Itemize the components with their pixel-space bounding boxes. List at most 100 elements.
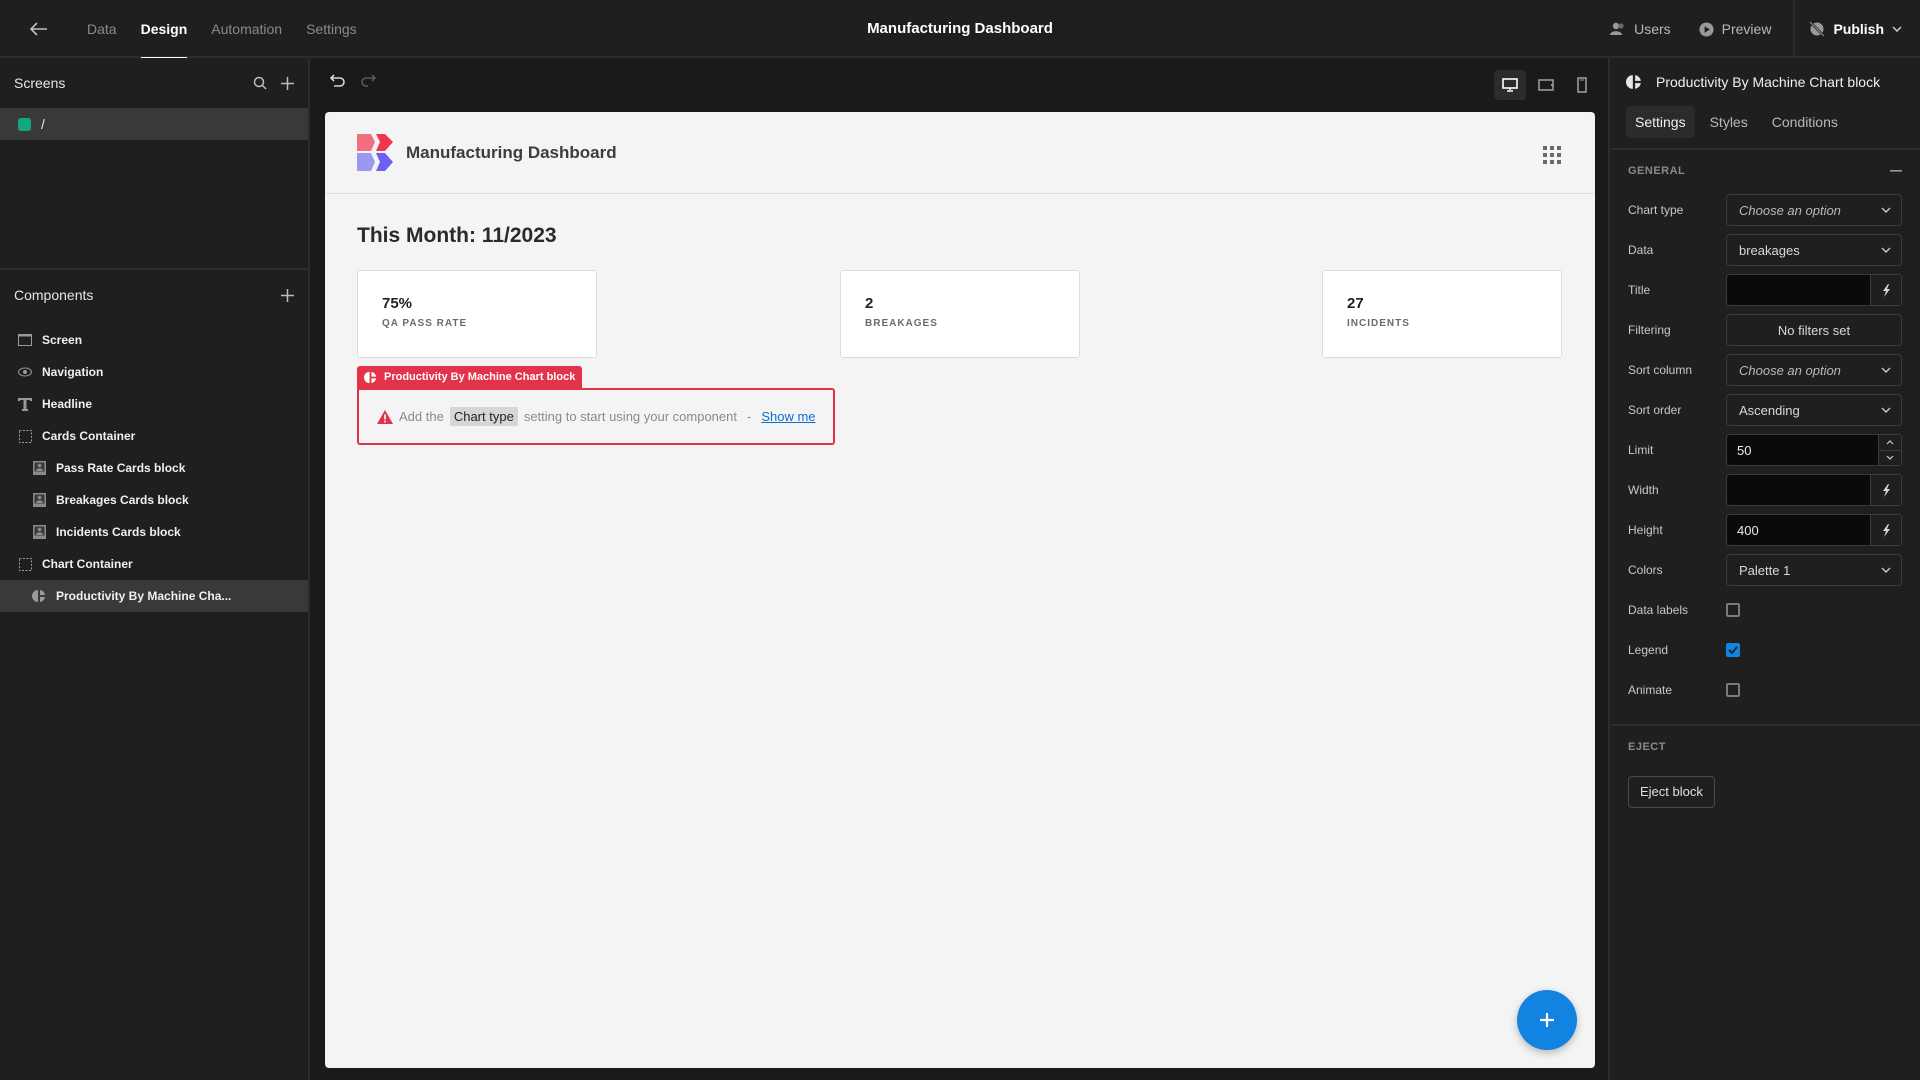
incidents-card[interactable]: 27 INCIDENTS	[1322, 270, 1562, 358]
back-button[interactable]	[28, 18, 50, 40]
chevron-down-icon	[1881, 367, 1891, 373]
component-breakages-card[interactable]: Breakages Cards block	[0, 484, 308, 516]
breakages-card[interactable]: 2 BREAKAGES	[840, 270, 1080, 358]
component-pass-rate-card[interactable]: Pass Rate Cards block	[0, 452, 308, 484]
card-label: INCIDENTS	[1347, 318, 1410, 329]
eye-icon	[18, 367, 32, 377]
screens-header: Screens	[0, 58, 308, 108]
preview-button[interactable]: Preview	[1685, 21, 1786, 37]
field-chart-type: Chart type Choose an option	[1610, 190, 1920, 230]
tab-conditions[interactable]: Conditions	[1763, 106, 1847, 138]
message-prefix: Add the	[399, 409, 444, 424]
pass-rate-card[interactable]: 75% QA PASS RATE	[357, 270, 597, 358]
tab-styles[interactable]: Styles	[1701, 106, 1757, 138]
field-sort-column: Sort column Choose an option	[1610, 350, 1920, 390]
chart-type-select[interactable]: Choose an option	[1726, 194, 1902, 226]
tablet-view-button[interactable]	[1530, 70, 1562, 100]
field-label: Colors	[1628, 563, 1663, 577]
card-value: 27	[1347, 295, 1364, 312]
top-tabs: Data Design Automation Settings	[75, 0, 369, 59]
animate-checkbox[interactable]	[1726, 683, 1740, 697]
component-label: Navigation	[42, 365, 104, 379]
chart-block-placeholder[interactable]: Add the Chart type setting to start usin…	[357, 388, 835, 445]
preview-headline: This Month: 11/2023	[357, 224, 557, 247]
increment-button[interactable]	[1879, 435, 1901, 450]
publish-button[interactable]: Publish	[1793, 0, 1920, 58]
filtering-button[interactable]: No filters set	[1726, 314, 1902, 346]
tab-settings[interactable]: Settings	[294, 0, 369, 58]
component-incidents-card[interactable]: Incidents Cards block	[0, 516, 308, 548]
selected-component-tag[interactable]: Productivity By Machine Chart block	[357, 366, 583, 388]
width-binding-button[interactable]	[1870, 475, 1901, 505]
add-component-icon[interactable]	[281, 288, 294, 302]
tab-automation[interactable]: Automation	[199, 0, 294, 58]
left-sidebar: Screens / Components Screen Navigation H	[0, 58, 310, 1080]
tab-data[interactable]: Data	[75, 0, 129, 58]
field-title: Title	[1610, 270, 1920, 310]
component-productivity-chart[interactable]: Productivity By Machine Cha...	[0, 580, 308, 612]
component-navigation[interactable]: Navigation	[0, 356, 308, 388]
field-filtering: Filtering No filters set	[1610, 310, 1920, 350]
redo-icon[interactable]	[360, 74, 376, 88]
limit-input[interactable]	[1727, 435, 1867, 465]
data-select[interactable]: breakages	[1726, 234, 1902, 266]
component-label: Screen	[42, 333, 83, 347]
field-label: Data	[1628, 243, 1654, 257]
tag-label: Productivity By Machine Chart block	[384, 371, 576, 383]
width-input[interactable]	[1727, 475, 1867, 505]
component-headline[interactable]: Headline	[0, 388, 308, 420]
component-label: Breakages Cards block	[56, 493, 189, 507]
desktop-view-button[interactable]	[1494, 70, 1526, 100]
users-icon	[1610, 22, 1624, 35]
component-label: Productivity By Machine Cha...	[56, 589, 232, 603]
decrement-button[interactable]	[1879, 449, 1901, 466]
show-me-link[interactable]: Show me	[761, 409, 815, 424]
add-screen-icon[interactable]	[281, 76, 294, 90]
component-chart-container[interactable]: Chart Container	[0, 548, 308, 580]
tab-design[interactable]: Design	[129, 0, 200, 59]
colors-select[interactable]: Palette 1	[1726, 554, 1902, 586]
chevron-down-icon	[1881, 567, 1891, 573]
mobile-icon	[1577, 77, 1587, 93]
select-value: breakages	[1739, 242, 1800, 258]
sort-order-select[interactable]: Ascending	[1726, 394, 1902, 426]
legend-checkbox[interactable]	[1726, 643, 1740, 657]
height-input[interactable]	[1727, 515, 1867, 545]
app-logo-icon	[357, 134, 393, 171]
collapse-icon[interactable]	[1890, 170, 1902, 172]
add-component-fab[interactable]	[1517, 990, 1577, 1050]
field-label: Sort column	[1628, 363, 1693, 377]
title-binding-button[interactable]	[1870, 275, 1901, 305]
divider	[1610, 148, 1920, 150]
general-section-header[interactable]: GENERAL	[1610, 152, 1920, 190]
eject-block-button[interactable]: Eject block	[1628, 776, 1715, 808]
search-icon[interactable]	[253, 76, 267, 90]
screen-item[interactable]: /	[0, 108, 308, 140]
select-placeholder: Choose an option	[1739, 202, 1841, 218]
mobile-view-button[interactable]	[1566, 70, 1598, 100]
chevron-down-icon	[1886, 455, 1894, 461]
title-input[interactable]	[1727, 275, 1867, 305]
field-label: Height	[1628, 523, 1663, 537]
sort-column-select[interactable]: Choose an option	[1726, 354, 1902, 386]
chevron-down-icon	[1892, 26, 1902, 32]
field-label: Sort order	[1628, 403, 1682, 417]
field-colors: Colors Palette 1	[1610, 550, 1920, 590]
data-labels-checkbox[interactable]	[1726, 603, 1740, 617]
field-width: Width	[1610, 470, 1920, 510]
eject-section-header: EJECT	[1610, 728, 1920, 766]
preview-app-title: Manufacturing Dashboard	[406, 142, 617, 162]
tab-settings-panel[interactable]: Settings	[1626, 106, 1695, 138]
apps-grid-icon[interactable]	[1543, 146, 1561, 164]
component-title: Productivity By Machine Chart block	[1656, 74, 1881, 90]
top-bar: Data Design Automation Settings Manufact…	[0, 0, 1920, 59]
components-header: Components	[0, 270, 308, 320]
field-data: Data breakages	[1610, 230, 1920, 270]
component-cards-container[interactable]: Cards Container	[0, 420, 308, 452]
undo-icon[interactable]	[330, 74, 346, 88]
users-button[interactable]: Users	[1596, 21, 1685, 37]
height-binding-button[interactable]	[1870, 515, 1901, 545]
field-label: Filtering	[1628, 323, 1671, 337]
field-sort-order: Sort order Ascending	[1610, 390, 1920, 430]
component-screen[interactable]: Screen	[0, 324, 308, 356]
